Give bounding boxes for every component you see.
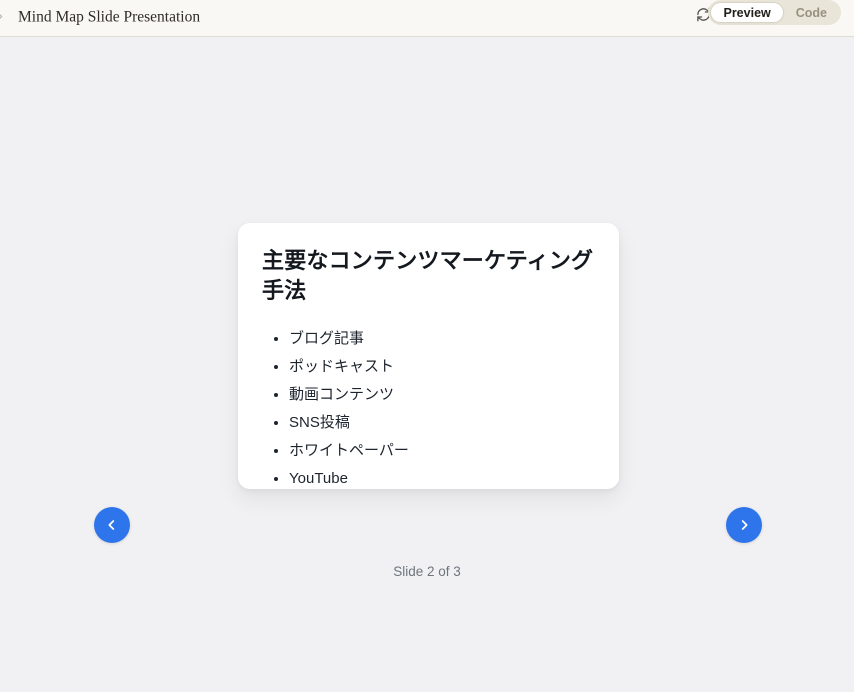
artifact-viewer: Mind Map Slide Presentation Preview Code… xyxy=(0,0,854,692)
next-slide-button[interactable] xyxy=(726,507,762,543)
bullet-item: ポッドキャスト xyxy=(289,358,595,375)
chevron-right-icon xyxy=(736,517,752,533)
prev-slide-button[interactable] xyxy=(94,507,130,543)
collapsed-panel-chevron-icon xyxy=(0,8,5,17)
slide-title: 主要なコンテンツマーケティング手法 xyxy=(262,246,595,306)
preview-code-toggle: Preview Code xyxy=(708,0,841,25)
slide-bullet-list: ブログ記事ポッドキャスト動画コンテンツ SNS投稿ホワイトペーパー YouTube xyxy=(262,330,595,487)
bullet-item: SNS投稿 xyxy=(289,414,595,431)
bullet-item: ブログ記事 xyxy=(289,330,595,347)
bullet-item: ホワイトペーパー xyxy=(289,442,595,459)
chevron-left-icon xyxy=(104,517,120,533)
slide-card: 主要なコンテンツマーケティング手法 ブログ記事ポッドキャスト動画コンテンツ SNS… xyxy=(238,223,619,489)
slide-counter: Slide 2 of 3 xyxy=(0,564,854,579)
bullet-item: YouTube xyxy=(289,470,595,487)
header-bar: Mind Map Slide Presentation Preview Code xyxy=(0,0,854,37)
bullet-item: 動画コンテンツ xyxy=(289,386,595,403)
page-title: Mind Map Slide Presentation xyxy=(18,9,200,27)
tab-code[interactable]: Code xyxy=(784,2,839,23)
tab-preview[interactable]: Preview xyxy=(710,2,783,23)
